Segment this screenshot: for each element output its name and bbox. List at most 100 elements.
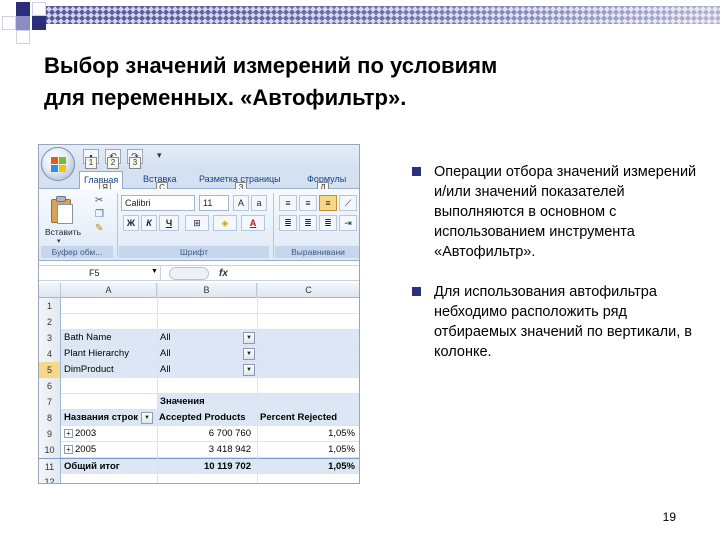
- row-header[interactable]: 10: [39, 442, 61, 458]
- office-button[interactable]: [41, 147, 75, 181]
- pivot-filter-label[interactable]: Bath Name: [64, 330, 156, 346]
- pivot-value-cell[interactable]: 6 700 760: [157, 426, 257, 442]
- column-header-b[interactable]: B: [157, 283, 257, 298]
- align-left-icon[interactable]: ≣: [279, 215, 297, 231]
- qat-customize-icon[interactable]: ▾: [157, 150, 162, 161]
- name-box[interactable]: F5: [39, 266, 161, 281]
- align-right-icon[interactable]: ≣: [319, 215, 337, 231]
- row-header[interactable]: 11: [39, 459, 61, 475]
- pivot-column-header[interactable]: Percent Rejected: [260, 410, 358, 426]
- cut-icon[interactable]: ✂: [95, 195, 103, 206]
- paste-dropdown-icon[interactable]: ▾: [57, 237, 61, 245]
- table-row: 1: [39, 298, 359, 314]
- copy-icon[interactable]: ❐: [95, 209, 104, 220]
- table-row: 2: [39, 314, 359, 330]
- pivot-filter-label[interactable]: DimProduct: [64, 362, 156, 378]
- row-header[interactable]: 3: [39, 330, 61, 346]
- table-row: 6: [39, 378, 359, 394]
- filter-dropdown-icon[interactable]: ▼: [243, 364, 255, 376]
- keytip-1: 1: [85, 157, 97, 169]
- row-header[interactable]: 1: [39, 298, 61, 314]
- row-header[interactable]: 12: [39, 474, 61, 483]
- row-labels-filter-icon[interactable]: ▼: [141, 412, 153, 424]
- table-row: 8 Названия строк ▼ Accepted Products Per…: [39, 410, 359, 426]
- bullet-item: Операции отбора значений измерений и/или…: [412, 162, 702, 262]
- pivot-filter-value[interactable]: All: [160, 346, 220, 362]
- table-row: 9 + 2003 6 700 760 1,05%: [39, 426, 359, 442]
- align-middle-icon[interactable]: ≡: [299, 195, 317, 211]
- bullet-list: Операции отбора значений измерений и/или…: [412, 162, 702, 382]
- excel-screenshot: ▪ 1 ↶ 2 ↷ 3 ▾ Главная Вставка Разметка с…: [38, 144, 360, 484]
- table-row: 3 Bath Name All ▼: [39, 330, 359, 346]
- pivot-value-cell[interactable]: 1,05%: [257, 442, 359, 458]
- title-line-2: для переменных. «Автофильтр».: [44, 85, 407, 110]
- pivot-value-cell[interactable]: 1,05%: [257, 426, 359, 442]
- text-orientation-icon[interactable]: ⟋: [339, 195, 357, 211]
- column-header-c[interactable]: C: [257, 283, 359, 298]
- pivot-filter-value[interactable]: All: [160, 330, 220, 346]
- grand-total-value[interactable]: 10 119 702: [157, 459, 257, 475]
- office-logo-icon: [51, 157, 67, 173]
- square-bullet-icon: [412, 287, 421, 296]
- filter-dropdown-icon[interactable]: ▼: [243, 332, 255, 344]
- formula-bar-splitter-icon[interactable]: [169, 267, 209, 280]
- pivot-filter-value[interactable]: All: [160, 362, 220, 378]
- table-row: 10 + 2005 3 418 942 1,05%: [39, 442, 359, 458]
- pivot-values-header[interactable]: Значения: [157, 394, 359, 410]
- table-row: 12: [39, 474, 359, 483]
- indent-icon[interactable]: ⇥: [339, 215, 357, 231]
- row-header-selected[interactable]: 5: [39, 362, 61, 378]
- bullet-item: Для использования автофильтра небходимо …: [412, 282, 702, 362]
- formula-bar: F5 ▼ fx: [39, 265, 359, 281]
- bold-button[interactable]: Ж: [123, 215, 139, 231]
- pivot-row-label[interactable]: 2003: [75, 426, 155, 442]
- row-header[interactable]: 6: [39, 378, 61, 394]
- format-painter-icon[interactable]: ✎: [95, 223, 103, 234]
- row-header[interactable]: 2: [39, 314, 61, 330]
- square-bullet-icon: [412, 167, 421, 176]
- font-color-button[interactable]: A: [241, 215, 265, 231]
- expand-icon[interactable]: +: [64, 429, 73, 438]
- filter-dropdown-icon[interactable]: ▼: [243, 348, 255, 360]
- insert-function-button[interactable]: fx: [219, 266, 228, 281]
- bullet-text: Для использования автофильтра небходимо …: [434, 284, 692, 360]
- grand-total-label[interactable]: Общий итог: [64, 459, 156, 475]
- quick-access-toolbar: ▪ 1 ↶ 2 ↷ 3 ▾: [39, 145, 359, 169]
- ribbon-tabs: Главная Вставка Разметка страницы Формул…: [39, 169, 359, 194]
- pivot-column-header[interactable]: Accepted Products: [159, 410, 257, 426]
- italic-button[interactable]: К: [141, 215, 157, 231]
- table-row: 5 DimProduct All ▼: [39, 362, 359, 378]
- column-headers: A B C: [39, 283, 359, 298]
- shrink-font-icon[interactable]: a: [251, 195, 267, 211]
- font-size-select[interactable]: 11: [199, 195, 229, 211]
- select-all-corner[interactable]: [39, 283, 61, 298]
- align-center-icon[interactable]: ≣: [299, 215, 317, 231]
- page-number: 19: [662, 510, 676, 524]
- table-row: 7 Значения: [39, 394, 359, 410]
- table-row: 11 Общий итог 10 119 702 1,05%: [39, 458, 359, 475]
- grand-total-value[interactable]: 1,05%: [257, 459, 359, 475]
- row-header[interactable]: 4: [39, 346, 61, 362]
- row-header[interactable]: 7: [39, 394, 61, 410]
- paste-icon[interactable]: [49, 195, 75, 225]
- fill-color-icon[interactable]: ◈: [213, 215, 237, 231]
- pivot-row-label[interactable]: 2005: [75, 442, 155, 458]
- column-header-a[interactable]: A: [61, 283, 157, 298]
- borders-icon[interactable]: ⊞: [185, 215, 209, 231]
- font-group-label: Шрифт: [119, 246, 269, 258]
- grow-font-icon[interactable]: A: [233, 195, 249, 211]
- pivot-filter-label[interactable]: Plant Hierarchy: [64, 346, 156, 362]
- expand-icon[interactable]: +: [64, 445, 73, 454]
- keytip-2: 2: [107, 157, 119, 169]
- ribbon: Вставить ▾ ✂ ❐ ✎ Буфер обм... Calibri 11…: [39, 189, 359, 261]
- font-name-select[interactable]: Calibri: [121, 195, 195, 211]
- pivot-value-cell[interactable]: 3 418 942: [157, 442, 257, 458]
- pivot-row-labels-header[interactable]: Названия строк: [64, 410, 140, 426]
- name-box-dropdown-icon[interactable]: ▼: [151, 268, 158, 275]
- align-top-icon[interactable]: ≡: [279, 195, 297, 211]
- row-header[interactable]: 9: [39, 426, 61, 442]
- align-bottom-icon[interactable]: ≡: [319, 195, 337, 211]
- row-header[interactable]: 8: [39, 410, 61, 426]
- underline-button[interactable]: Ч: [159, 215, 179, 231]
- paste-button-label[interactable]: Вставить: [45, 227, 81, 237]
